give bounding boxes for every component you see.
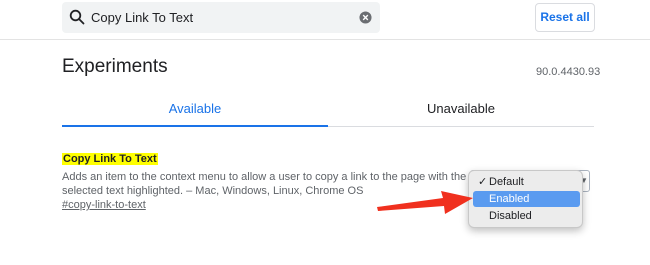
experiment-anchor-link[interactable]: #copy-link-to-text	[62, 199, 146, 211]
tab-unavailable-label: Unavailable	[427, 101, 495, 116]
tab-unavailable[interactable]: Unavailable	[328, 97, 594, 127]
menu-item-enabled-label: Enabled	[489, 193, 530, 205]
menu-item-disabled[interactable]: Disabled	[473, 208, 580, 224]
menu-item-default-label: Default	[489, 176, 524, 188]
search-input[interactable]: Copy Link To Text	[91, 10, 193, 25]
check-icon: ✓	[478, 176, 488, 188]
top-bar: Copy Link To Text Reset all	[0, 0, 650, 40]
tab-available[interactable]: Available	[62, 97, 328, 127]
menu-item-disabled-label: Disabled	[489, 210, 532, 222]
menu-item-enabled[interactable]: Enabled	[473, 191, 580, 207]
search-box[interactable]: Copy Link To Text	[62, 2, 380, 33]
menu-item-default[interactable]: ✓ Default	[473, 174, 580, 190]
reset-all-button[interactable]: Reset all	[535, 3, 595, 32]
dropdown-menu: ✓ Default Enabled Disabled	[468, 170, 583, 228]
experiment-title: Copy Link To Text	[62, 153, 158, 165]
version-number: 90.0.4430.93	[536, 66, 601, 78]
page-title: Experiments	[62, 56, 168, 77]
tab-available-label: Available	[168, 101, 222, 116]
annotation-arrow-icon	[377, 191, 473, 214]
search-icon	[69, 9, 85, 25]
clear-icon[interactable]	[359, 11, 372, 24]
